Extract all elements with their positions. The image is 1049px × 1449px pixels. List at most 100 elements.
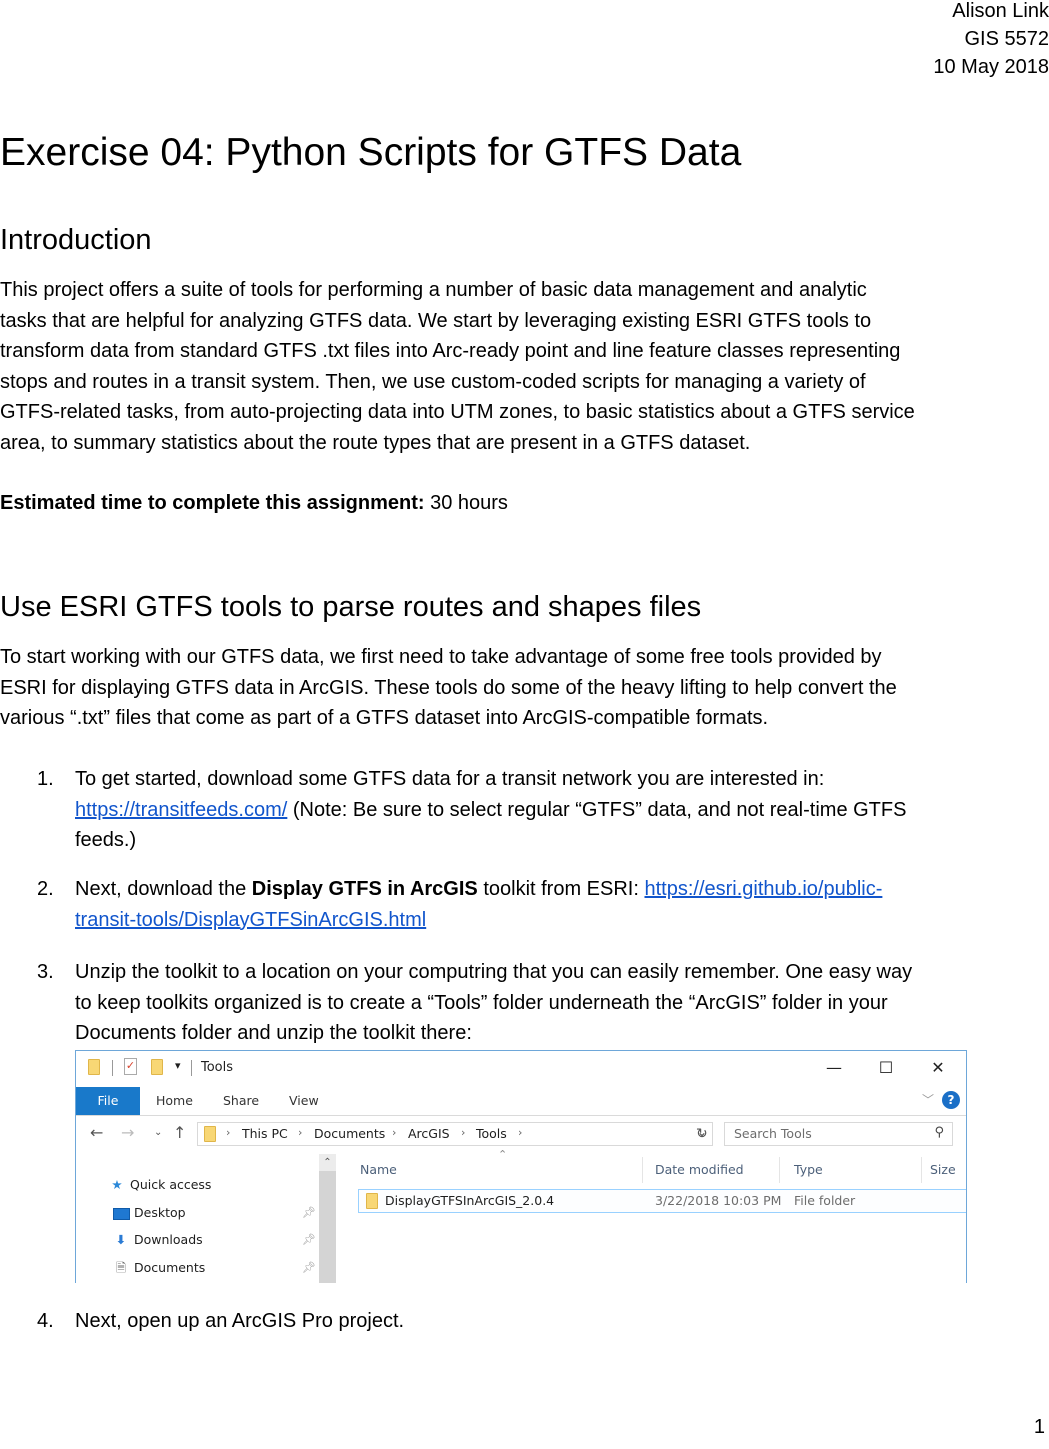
folder-icon [204, 1126, 216, 1142]
search-icon[interactable]: ⚲ [934, 1125, 944, 1140]
document-header: Alison Link GIS 5572 10 May 2018 [933, 0, 1049, 81]
intro-heading: Introduction [0, 224, 152, 256]
up-arrow-icon[interactable]: ↑ [173, 1123, 186, 1142]
help-icon[interactable]: ? [942, 1091, 960, 1109]
step-text: Unzip the toolkit to a location on your … [75, 961, 913, 983]
pin-icon[interactable]: 📌︎ [302, 1206, 316, 1219]
column-divider[interactable] [921, 1157, 922, 1183]
step-number: 1. [37, 768, 54, 790]
column-header-date-modified[interactable]: Date modified [655, 1162, 744, 1177]
sort-ascending-icon: ⌃ [498, 1148, 508, 1161]
navigation-bar: ← → ⌄ ↑ › This PC › Documents › ArcGIS ›… [76, 1117, 966, 1151]
esri-line: various “.txt” files that come as part o… [0, 707, 769, 729]
new-folder-icon[interactable] [151, 1059, 163, 1075]
expand-ribbon-icon[interactable]: ﹀ [922, 1091, 934, 1108]
divider [112, 1060, 113, 1076]
intro-line: tasks that are helpful for analyzing GTF… [0, 309, 872, 332]
tab-view[interactable]: View [289, 1087, 319, 1115]
file-date-modified: 3/22/2018 10:03 PM [655, 1193, 782, 1208]
step-text: Next, open up an ArcGIS Pro project. [75, 1310, 405, 1332]
breadcrumb-documents[interactable]: Documents [314, 1126, 385, 1141]
breadcrumb-separator: › [298, 1126, 303, 1139]
divider [191, 1060, 192, 1076]
step-text: Documents folder and unzip the toolkit t… [75, 1022, 472, 1044]
breadcrumb-separator: › [518, 1126, 523, 1139]
toolkit-name: Display GTFS in ArcGIS [251, 878, 478, 900]
file-explorer-screenshot: ✓ ▾ Tools — ☐ ✕ File Home Share View ﹀ ?… [75, 1050, 967, 1283]
nav-item-quick-access[interactable]: ★ Quick access [108, 1175, 211, 1195]
document-icon: 🗎︎ [115, 1260, 127, 1275]
tab-file[interactable]: File [76, 1087, 140, 1115]
step-text: feeds.) [75, 829, 137, 851]
intro-line: area, to summary statistics about the ro… [0, 431, 751, 454]
nav-item-label: Desktop [134, 1205, 186, 1220]
nav-item-label: Quick access [130, 1177, 212, 1192]
step-text: to keep toolkits organized is to create … [75, 991, 888, 1014]
esri-line: ESRI for displaying GTFS data in ArcGIS.… [0, 676, 897, 699]
maximize-button[interactable]: ☐ [866, 1055, 906, 1081]
nav-item-label: Documents [134, 1260, 206, 1275]
minimize-button[interactable]: — [814, 1055, 854, 1081]
course-code: GIS 5572 [964, 28, 1049, 50]
tab-home[interactable]: Home [156, 1087, 193, 1115]
intro-line: This project offers a suite of tools for… [0, 279, 867, 301]
step-text: Next, download the [75, 878, 252, 900]
search-placeholder: Search Tools [734, 1126, 812, 1141]
tab-share[interactable]: Share [223, 1087, 259, 1115]
intro-line: stops and routes in a transit system. Th… [0, 370, 866, 393]
file-name: DisplayGTFSInArcGIS_2.0.4 [385, 1193, 555, 1208]
column-divider[interactable] [642, 1157, 643, 1183]
step-text: To get started, download some GTFS data … [75, 768, 825, 790]
back-arrow-icon[interactable]: ← [90, 1123, 103, 1142]
column-header-name[interactable]: Name [360, 1162, 397, 1177]
folder-icon [366, 1193, 378, 1209]
forward-arrow-icon[interactable]: → [121, 1123, 134, 1142]
breadcrumb-this-pc[interactable]: This PC [242, 1126, 288, 1141]
star-icon: ★ [111, 1177, 123, 1192]
step-number: 4. [37, 1310, 54, 1332]
transitfeeds-link[interactable]: https://transitfeeds.com/ [75, 799, 287, 821]
column-header-type[interactable]: Type [794, 1162, 823, 1177]
step-text: (Note: Be sure to select regular “GTFS” … [287, 798, 907, 821]
breadcrumb-tools[interactable]: Tools [476, 1126, 507, 1141]
page-title: Exercise 04: Python Scripts for GTFS Dat… [0, 131, 742, 174]
breadcrumb-separator: › [461, 1126, 466, 1139]
document-date: 10 May 2018 [933, 56, 1049, 78]
breadcrumb-arcgis[interactable]: ArcGIS [408, 1126, 450, 1141]
pin-icon[interactable]: 📌︎ [302, 1233, 316, 1246]
pin-icon[interactable]: 📌︎ [302, 1261, 316, 1274]
intro-line: transform data from standard GTFS .txt f… [0, 340, 901, 362]
time-estimate: Estimated time to complete this assignme… [0, 488, 1049, 519]
properties-check-icon[interactable]: ✓ [124, 1058, 137, 1075]
time-estimate-label: Estimated time to complete this assignme… [0, 492, 425, 514]
address-bar[interactable]: › This PC › Documents › ArcGIS › Tools ›… [197, 1122, 713, 1146]
column-header-size[interactable]: Size [930, 1162, 956, 1177]
recent-locations-icon[interactable]: ⌄ [154, 1127, 162, 1138]
breadcrumb-separator: › [226, 1126, 231, 1139]
intro-line: GTFS-related tasks, from auto-projecting… [0, 401, 915, 423]
page-number: 1 [1033, 1416, 1045, 1438]
esri-paragraph: To start working with our GTFS data, we … [0, 642, 1049, 734]
breadcrumb-separator: › [392, 1126, 397, 1139]
refresh-icon[interactable]: ↻ [696, 1126, 708, 1142]
quick-access-dropdown-icon[interactable]: ▾ [175, 1059, 181, 1072]
esri-toolkit-link-continued[interactable]: transit-tools/DisplayGTFSinArcGIS.html [75, 909, 426, 931]
download-arrow-icon: ⬇ [115, 1232, 127, 1247]
author-name: Alison Link [952, 0, 1049, 22]
esri-toolkit-link[interactable]: https://esri.github.io/public- [644, 878, 882, 900]
column-divider[interactable] [779, 1157, 780, 1183]
nav-item-documents[interactable]: 🗎︎ Documents [112, 1258, 205, 1278]
nav-item-desktop[interactable]: Desktop [112, 1203, 186, 1223]
intro-paragraph: This project offers a suite of tools for… [0, 275, 1049, 458]
navigation-pane: ★ Quick access Desktop 📌︎ ⬇ Downloads 📌︎ 🗎… [76, 1151, 336, 1283]
step-number: 2. [37, 878, 54, 900]
window-title: Tools [201, 1060, 234, 1075]
search-input[interactable]: Search Tools ⚲ [724, 1122, 953, 1146]
file-row[interactable]: DisplayGTFSInArcGIS_2.0.4 3/22/2018 10:0… [358, 1189, 966, 1213]
nav-item-downloads[interactable]: ⬇ Downloads [112, 1230, 203, 1250]
ribbon-tabs: File Home Share View ﹀ ? [76, 1087, 966, 1116]
close-button[interactable]: ✕ [918, 1055, 958, 1081]
esri-line: To start working with our GTFS data, we … [0, 646, 882, 668]
time-estimate-value: 30 hours [424, 492, 508, 514]
explorer-titlebar: ✓ ▾ Tools — ☐ ✕ [76, 1051, 966, 1085]
